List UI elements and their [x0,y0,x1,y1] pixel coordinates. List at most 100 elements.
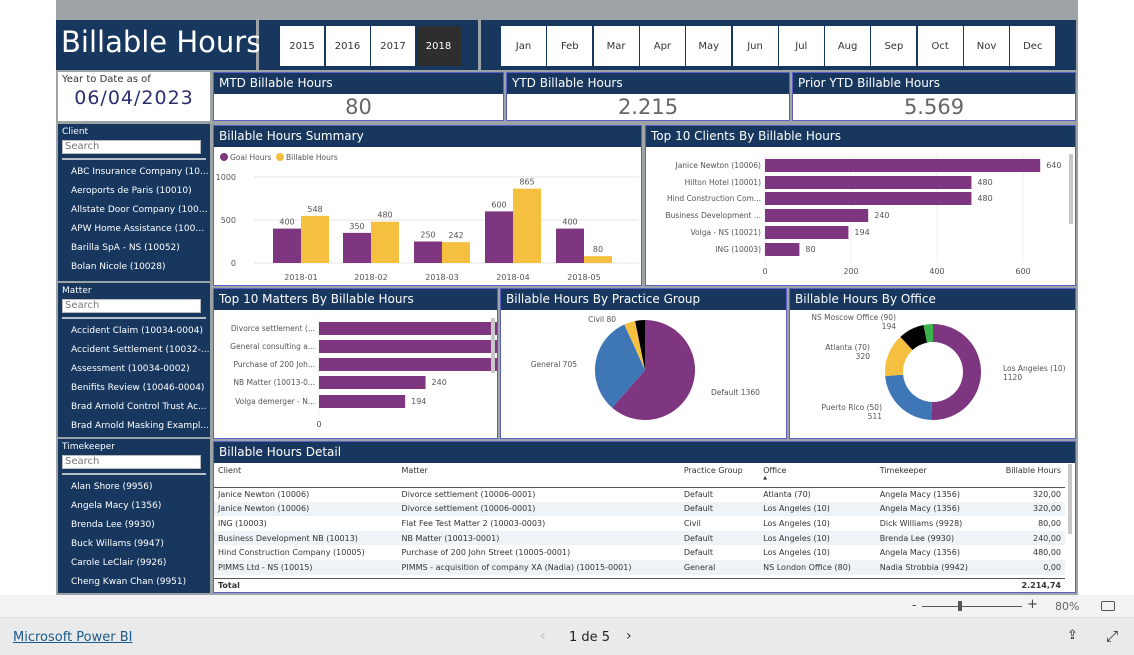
slicer-item[interactable]: Angela Macy (1356) [58,499,210,518]
slicer-item[interactable]: Benifits Review (10046-0004) [58,381,210,400]
year-button-2016[interactable]: 2016 [325,26,370,66]
slicer-item[interactable]: Barilla SpA - NS (10052) [58,241,210,260]
table-cell: 0,00 [989,559,1065,575]
slicer-item[interactable]: Assessment (10034-0002) [58,362,210,381]
bar[interactable] [765,159,1041,172]
bar[interactable] [765,192,972,205]
slicer-item[interactable]: Brenda Lee (9930) [58,518,210,537]
slicer-search-input[interactable]: Search [62,140,201,154]
bar[interactable] [319,322,604,335]
card-title: Top 10 Matters By Billable Hours [214,289,497,310]
bar[interactable] [513,188,541,263]
prev-page-icon[interactable]: ‹ [540,628,546,644]
year-button-2017[interactable]: 2017 [371,26,415,66]
month-button-nov[interactable]: Nov [964,26,1009,66]
page-indicator: 1 de 5 [569,630,611,645]
month-button-sep[interactable]: Sep [871,26,917,66]
bar[interactable] [301,215,329,263]
table-row[interactable]: ING (10003) Flat Fee Test Matter 2 (10003… [214,516,1065,531]
month-button-jul[interactable]: Jul [778,26,824,66]
slicer-item[interactable]: Allstate Door Company (1002... [58,203,210,222]
column-header[interactable]: Practice Group [680,463,759,487]
column-header[interactable]: Client [214,463,398,487]
table-cell: Angela Macy (1356) [875,501,990,517]
next-page-icon[interactable]: › [626,628,632,644]
table-row[interactable]: Business Development NB (10013) NB Matter… [214,530,1065,546]
slicer-item[interactable]: Brad Arnold Masking Exampl... [58,419,210,437]
bar[interactable] [343,232,371,263]
slicer-item[interactable]: Carole LeClair (9926) [58,556,210,575]
table-row[interactable]: Janice Newton (10006) Divorce settlement … [214,501,1065,517]
slicer-item[interactable]: Bolan Nicole (10028) [58,260,210,279]
slice[interactable] [931,324,982,420]
zoom-out-button[interactable]: - [912,598,916,612]
slicer-item[interactable]: Accident Settlement (10032-... [58,343,210,362]
table-row[interactable]: Janice Newton (10006) Divorce settlement … [214,487,1065,502]
slicer-item[interactable]: Aeroports de Paris (10010) [58,184,210,203]
zoom-slider[interactable] [922,606,1022,607]
month-button-feb[interactable]: Feb [547,26,593,66]
slicer-item[interactable]: Brad Arnold Control Trust Ac... [58,400,210,419]
month-button-oct[interactable]: Oct [917,26,963,66]
slicer-item[interactable]: Cheng Kwan Chan (9951) [58,575,210,593]
power-bi-link[interactable]: Microsoft Power BI [13,630,132,645]
slicer-item[interactable]: ABC Insurance Company (10... [58,165,210,184]
month-button-may[interactable]: May [686,26,732,66]
slice-value: 1360 [741,388,760,397]
slicer-matter: Matter Search Accident Claim (10034-0004) A… [58,283,210,437]
bar[interactable] [584,256,612,263]
y-tick-label: 500 [221,216,236,225]
slicer-item[interactable]: Accident Claim (10034-0004) [58,324,210,343]
bar[interactable] [765,176,972,189]
slice-value: 511 [868,412,883,421]
slicer-item[interactable]: Alan Shore (9956) [58,480,210,499]
month-button-dec[interactable]: Dec [1010,26,1056,66]
column-header[interactable]: Office ▲ [759,463,876,487]
bar[interactable] [319,340,533,353]
slicer-search-input[interactable]: Search [62,455,201,469]
kpi-value: 80 [345,95,372,119]
fullscreen-icon[interactable]: ⤢ [1106,627,1118,645]
data-label: 80 [593,245,603,254]
bar[interactable] [273,228,301,263]
bar[interactable] [319,376,426,389]
slicer-item[interactable]: APW Home Assistance (10011) [58,222,210,241]
slice-value: 80 [606,315,616,324]
table-scrollbar[interactable] [1068,464,1072,534]
x-tick-label: 2018-01 [284,273,317,282]
year-button-2015[interactable]: 2015 [280,26,324,66]
month-button-apr[interactable]: Apr [639,26,685,66]
top-matters-card: Top 10 Matters By Billable Hours 0500Div… [213,288,624,439]
bar[interactable] [442,242,470,263]
column-header[interactable]: Matter [398,463,680,487]
slice[interactable] [885,374,932,420]
slicer-item[interactable]: Buck Willams (9947) [58,537,210,556]
slicer-search-input[interactable]: Search [62,299,201,313]
scrollbar[interactable] [1069,154,1073,224]
bar[interactable] [765,209,869,222]
bar[interactable] [765,226,849,239]
fit-to-page-icon[interactable] [1101,601,1115,611]
column-header[interactable]: Timekeeper [876,463,990,487]
share-icon[interactable]: ⇪ [1067,628,1078,643]
year-button-2018[interactable]: 2018 [416,26,461,66]
bar[interactable] [319,395,406,408]
data-label: 480 [377,211,392,220]
table-cell: Divorce settlement (10006-0001) [401,490,536,500]
bar[interactable] [414,241,442,264]
bar[interactable] [556,228,584,263]
table-row[interactable]: Hind Construction Company (10005) Purchas… [214,545,1065,560]
table-row[interactable]: PIMMS Ltd - NS (10015) PIMMS - acquisitio… [214,559,1065,575]
scrollbar[interactable] [491,318,495,373]
month-button-aug[interactable]: Aug [825,26,871,66]
bar[interactable] [485,211,513,263]
column-header[interactable]: Billable Hours [990,463,1065,487]
bar[interactable] [765,243,800,256]
month-button-mar[interactable]: Mar [593,26,639,66]
bar[interactable] [319,358,533,371]
month-button-jan[interactable]: Jan [501,26,546,66]
month-button-jun[interactable]: Jun [732,26,778,66]
zoom-slider-thumb[interactable] [958,601,962,611]
bar[interactable] [371,221,399,263]
zoom-in-button[interactable]: + [1027,597,1038,612]
